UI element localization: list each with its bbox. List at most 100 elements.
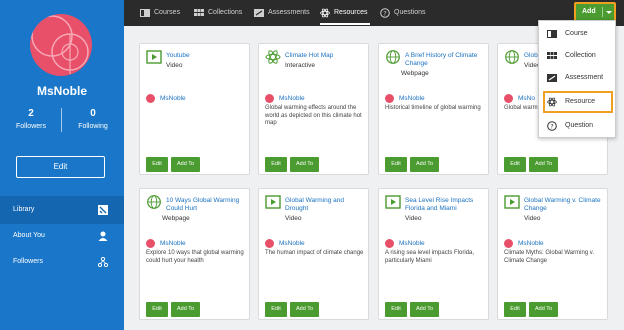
menu-item-question[interactable]: ? Question: [543, 115, 613, 137]
resource-card[interactable]: Global Warming and Drought Video MsNoble Th…: [258, 188, 369, 320]
tab-questions[interactable]: ? Questions: [380, 0, 426, 26]
edit-button[interactable]: Edit: [504, 302, 526, 317]
add-to-button[interactable]: Add To: [410, 157, 439, 172]
avatar-pattern-icon: [31, 15, 89, 74]
resource-type: Video: [405, 215, 422, 222]
question-icon: ?: [547, 121, 557, 131]
add-to-button[interactable]: Add To: [529, 302, 558, 317]
resource-title[interactable]: Climate Hot Map: [285, 52, 367, 60]
resource-owner[interactable]: MsNoble: [279, 95, 305, 102]
courses-icon: [140, 9, 150, 17]
resource-description: Explore 10 ways that global warming coul…: [146, 250, 244, 264]
menu-item-label: Collection: [565, 52, 596, 59]
collections-icon: [547, 52, 557, 59]
resource-title[interactable]: Global Warming and Drought: [285, 197, 367, 213]
sidebar-item-label: Library: [13, 206, 35, 213]
menu-item-collection[interactable]: Collection: [543, 45, 613, 67]
edit-button[interactable]: Edit: [146, 157, 168, 172]
resource-owner[interactable]: MsNo: [518, 95, 535, 102]
tab-assessments[interactable]: Assessments: [254, 0, 310, 26]
menu-item-label: Question: [565, 122, 594, 129]
following-count: 0: [90, 108, 96, 119]
add-dropdown-menu: Course Collection Assessment Resource ? …: [538, 20, 616, 138]
video-icon: [146, 50, 162, 64]
library-icon: [98, 205, 108, 215]
resource-owner[interactable]: MsNoble: [160, 240, 186, 247]
owner-avatar: [504, 239, 513, 248]
menu-item-assessment[interactable]: Assessment: [543, 67, 613, 89]
resource-title[interactable]: Sea Level Rise Impacts Florida and Miami: [405, 197, 487, 213]
tab-courses[interactable]: Courses: [140, 0, 180, 26]
resource-card[interactable]: 10 Ways Global Warming Could Hurt Webpage…: [139, 188, 250, 320]
resource-title[interactable]: 10 Ways Global Warming Could Hurt: [166, 197, 248, 213]
add-button[interactable]: Add: [574, 2, 616, 22]
add-to-button[interactable]: Add To: [290, 157, 319, 172]
edit-button[interactable]: Edit: [504, 157, 526, 172]
resource-type: Video: [166, 62, 183, 69]
person-icon: [98, 231, 108, 241]
menu-item-course[interactable]: Course: [543, 23, 613, 45]
atom-icon: [265, 50, 281, 64]
sidebar-item-label: About You: [13, 232, 45, 239]
resource-card[interactable]: Climate Hot Map Interactive MsNoble Global …: [258, 43, 369, 175]
edit-button[interactable]: Edit: [265, 302, 287, 317]
resource-owner[interactable]: MsNoble: [279, 240, 305, 247]
owner-avatar: [265, 94, 274, 103]
globe-icon: [386, 50, 400, 64]
resource-card[interactable]: Sea Level Rise Impacts Florida and Miami…: [378, 188, 489, 320]
resource-type: Interactive: [285, 62, 315, 69]
resource-title[interactable]: Global Warming v. Climate Change: [524, 197, 606, 213]
following-stat[interactable]: 0 Following: [62, 108, 124, 130]
assessments-icon: [254, 9, 264, 17]
tab-collections[interactable]: Collections: [194, 0, 242, 26]
owner-avatar: [265, 239, 274, 248]
assessments-icon: [547, 74, 557, 82]
resource-type: Webpage: [162, 215, 190, 222]
edit-button[interactable]: Edit: [146, 302, 168, 317]
add-to-button[interactable]: Add To: [410, 302, 439, 317]
add-to-button[interactable]: Add To: [529, 157, 558, 172]
video-icon: [504, 195, 520, 209]
resource-description: A rising sea level impacts Florida, part…: [385, 250, 475, 264]
add-to-button[interactable]: Add To: [171, 302, 200, 317]
menu-item-label: Assessment: [565, 74, 604, 81]
collections-icon: [194, 9, 204, 16]
menu-item-resource[interactable]: Resource: [543, 91, 613, 113]
edit-profile-button[interactable]: Edit: [16, 156, 105, 178]
chevron-down-icon[interactable]: [606, 11, 612, 14]
sidebar-item-followers[interactable]: Followers: [0, 248, 124, 276]
tab-label: Questions: [394, 9, 426, 16]
add-to-button[interactable]: Add To: [290, 302, 319, 317]
resource-card[interactable]: Youtube Video MsNoble Edit Add To: [139, 43, 250, 175]
followers-stat[interactable]: 2 Followers: [0, 108, 62, 130]
resource-description: Historical timeline of global warming: [385, 105, 481, 111]
owner-avatar: [504, 94, 513, 103]
video-icon: [385, 195, 401, 209]
owner-avatar: [385, 94, 394, 103]
active-tab-indicator: [320, 23, 370, 25]
resource-owner[interactable]: MsNoble: [160, 95, 186, 102]
sidebar-item-about-you[interactable]: About You: [0, 222, 124, 250]
edit-button[interactable]: Edit: [385, 157, 407, 172]
resource-owner[interactable]: MsNoble: [399, 95, 425, 102]
resource-type: Video: [524, 215, 541, 222]
edit-button[interactable]: Edit: [265, 157, 287, 172]
sidebar-item-label: Followers: [13, 258, 43, 265]
svg-text:?: ?: [550, 123, 553, 131]
add-to-button[interactable]: Add To: [171, 157, 200, 172]
sidebar-item-library[interactable]: Library: [0, 196, 124, 224]
tab-label: Courses: [154, 9, 181, 16]
resource-card[interactable]: A Brief History of Climate Change Webpage…: [378, 43, 489, 175]
resource-owner[interactable]: MsNoble: [399, 240, 425, 247]
globe-icon: [505, 50, 519, 64]
resource-card[interactable]: Global Warming v. Climate Change Video MsN…: [497, 188, 608, 320]
resource-title[interactable]: Youtube: [166, 52, 248, 60]
edit-button[interactable]: Edit: [385, 302, 407, 317]
resource-owner[interactable]: MsNoble: [518, 240, 544, 247]
profile-avatar: [30, 14, 92, 76]
network-icon: [98, 257, 108, 267]
resource-title[interactable]: A Brief History of Climate Change: [405, 52, 487, 68]
courses-icon: [547, 30, 557, 38]
video-icon: [265, 195, 281, 209]
resource-type: Video: [285, 215, 302, 222]
